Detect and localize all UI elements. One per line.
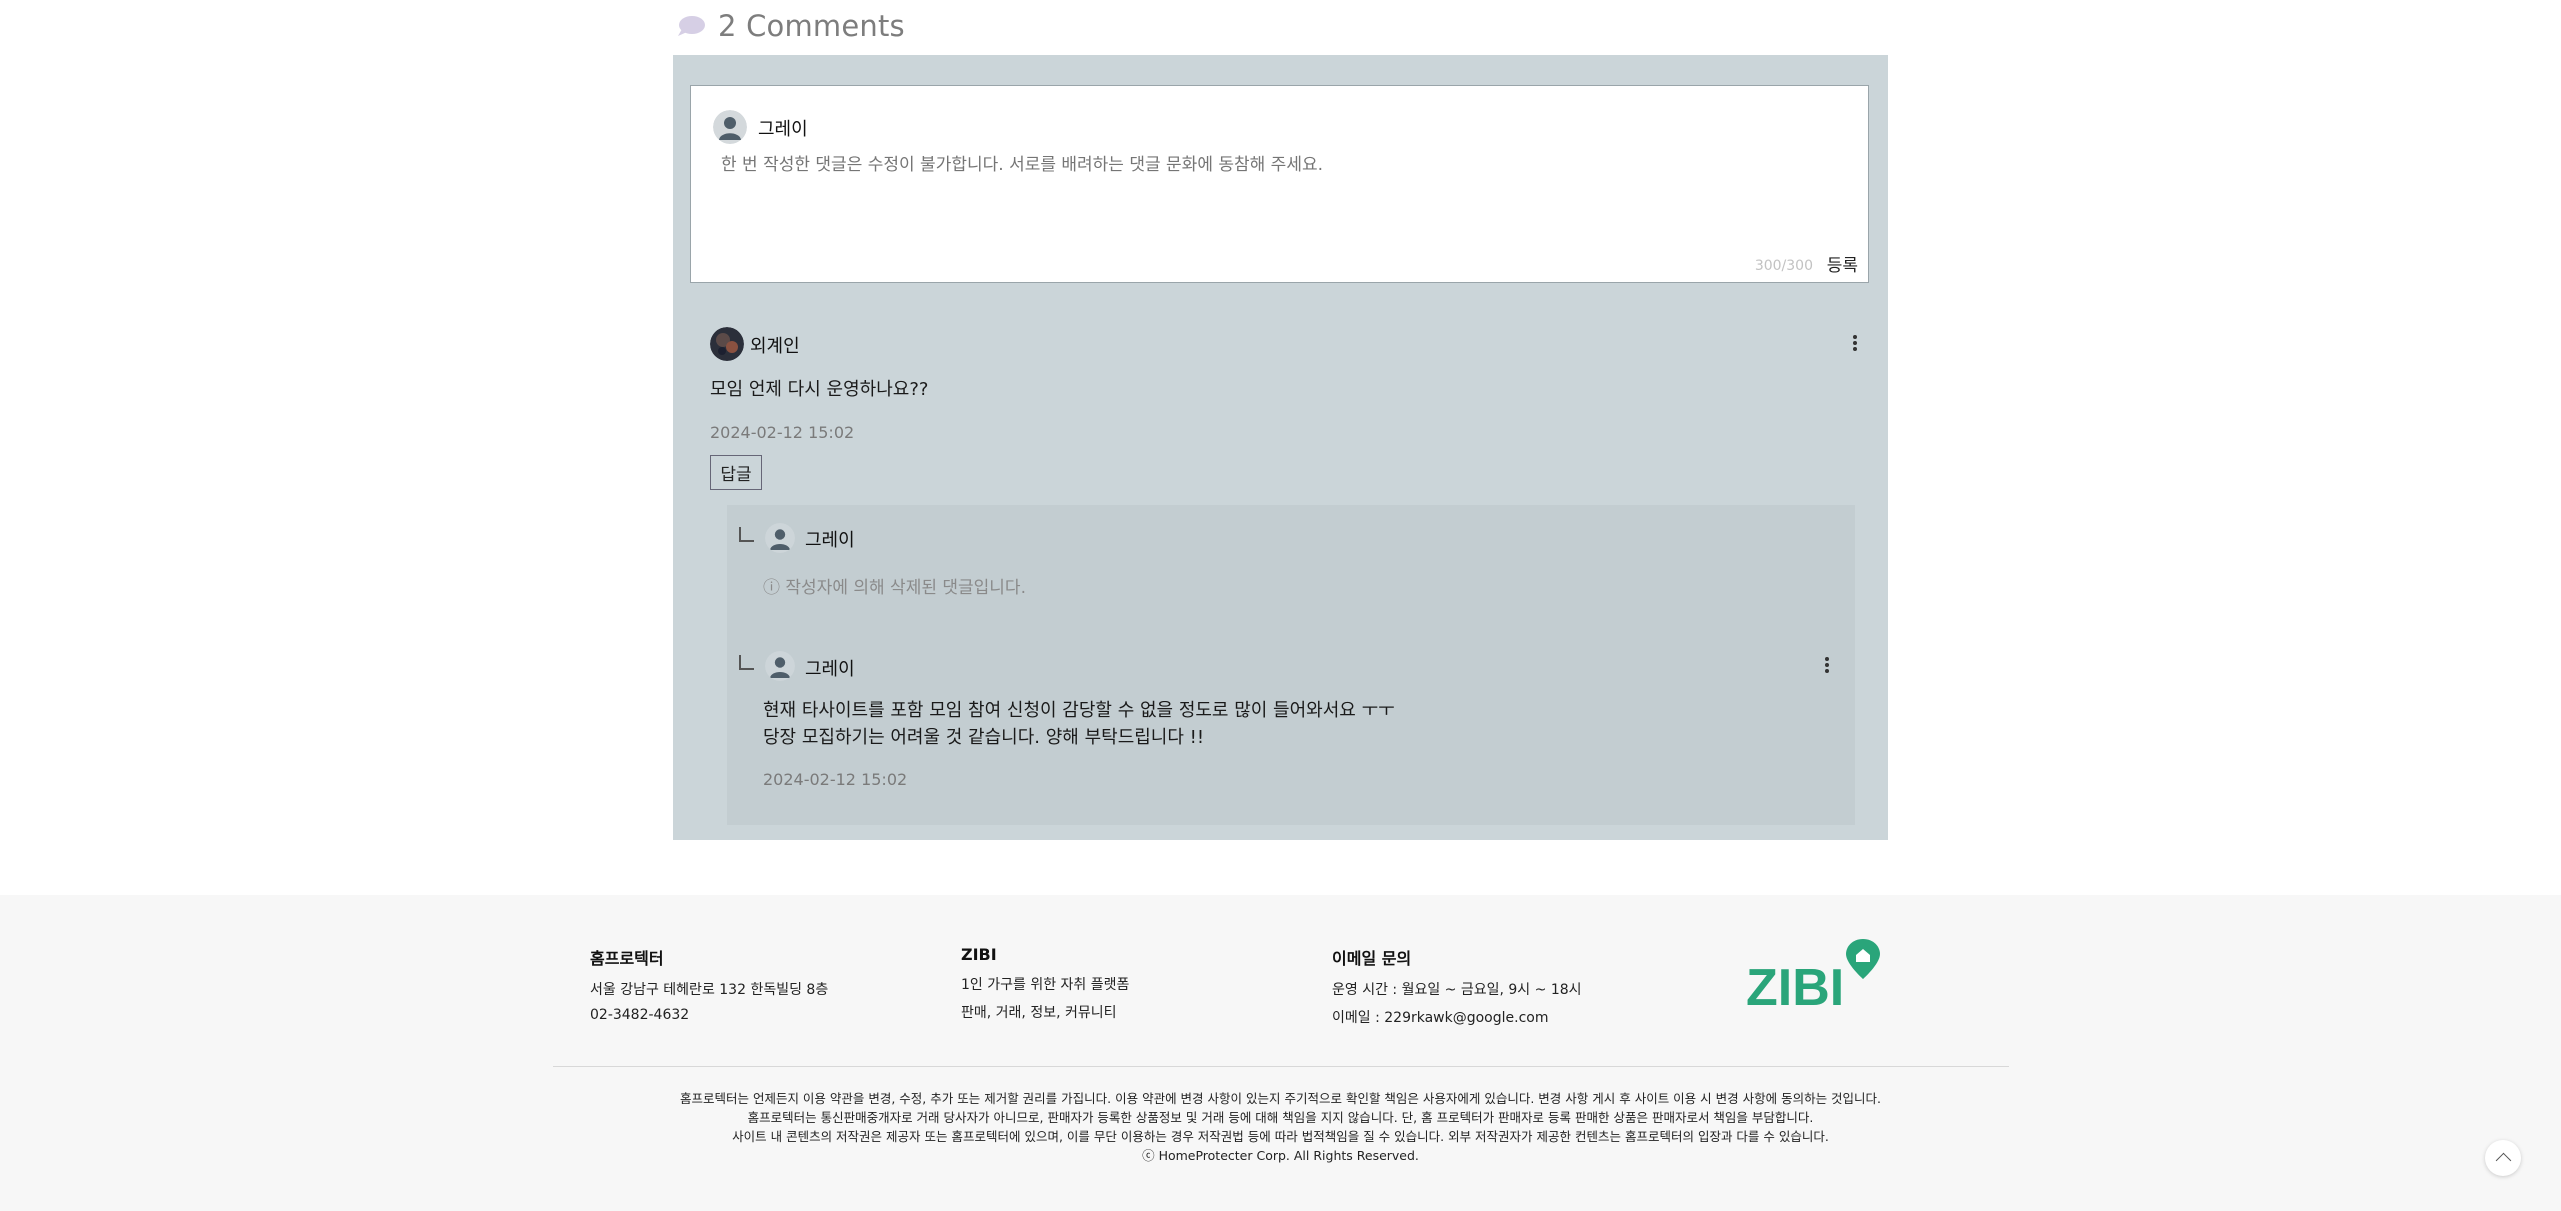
legal-line: 홈프로텍터는 통신판매중개자로 거래 당사자가 아니므로, 판매자가 등록한 상… (747, 1110, 1814, 1125)
user-icon (765, 651, 795, 681)
footer-divider (553, 1066, 2009, 1067)
site-footer: 홈프로텍터 서울 강남구 테헤란로 132 한독빌딩 8층 02-3482-46… (0, 895, 2561, 1211)
footer-phone: 02-3482-4632 (590, 1007, 690, 1023)
footer-email: 이메일 : 229rkawk@google.com (1332, 1010, 1549, 1026)
footer-heading: ZIBI (961, 945, 997, 964)
deleted-reply-notice: ⓘ 작성자에 의해 삭제된 댓글입니다. (763, 578, 1026, 598)
copyright: ⓒ HomeProtecter Corp. All Rights Reserve… (1142, 1148, 1419, 1163)
reply-arrow-icon (739, 655, 754, 670)
footer-service: ZIBI 1인 가구를 위한 자취 플랫폼 판매, 거래, 정보, 커뮤니티 (961, 945, 1129, 1030)
reply-author: 그레이 (805, 530, 855, 551)
zibi-logo[interactable]: ZIBI (1746, 939, 1880, 1009)
more-options-icon[interactable] (1819, 655, 1835, 675)
footer-address: 서울 강남구 테헤란로 132 한독빌딩 8층 (590, 982, 829, 998)
reply-date: 2024-02-12 15:02 (763, 770, 908, 789)
comments-header: 2 Comments (676, 6, 905, 46)
comment-body: 모임 언제 다시 운영하나요?? (710, 379, 929, 400)
reply-arrow-icon (739, 527, 754, 542)
legal-line: 홈프로텍터는 언제든지 이용 약관을 변경, 수정, 추가 또는 제거할 권리를… (679, 1091, 1882, 1106)
footer-categories: 판매, 거래, 정보, 커뮤니티 (961, 1005, 1117, 1021)
reply-body-line: 당장 모집하기는 어려울 것 같습니다. 양해 부탁드립니다 !! (763, 727, 1205, 748)
avatar (765, 523, 795, 553)
speech-bubble-icon (678, 16, 705, 36)
comments-panel: 그레이 300/300 등록 외계인 모임 언제 다시 운영하나요?? 2024… (673, 55, 1888, 840)
footer-legal: 홈프로텍터는 언제든지 이용 약관을 변경, 수정, 추가 또는 제거할 권리를… (0, 1089, 2561, 1165)
submit-comment-button[interactable]: 등록 (1827, 251, 1858, 276)
reply-author: 그레이 (805, 659, 855, 680)
comment-input[interactable] (721, 155, 1721, 175)
footer-tagline: 1인 가구를 위한 자취 플랫폼 (961, 977, 1130, 993)
avatar (713, 110, 747, 144)
legal-line: 사이트 내 콘텐츠의 저작권은 제공자 또는 홈프로텍터에 있으며, 이를 무단… (732, 1129, 1829, 1144)
logo-text: ZIBI (1746, 959, 1844, 1009)
chevron-up-icon (2495, 1152, 2511, 1169)
avatar (765, 651, 795, 681)
footer-company: 홈프로텍터 서울 강남구 테헤란로 132 한독빌딩 8층 02-3482-46… (590, 945, 828, 1031)
reply-body-line: 현재 타사이트를 포함 모임 참여 신청이 감당할 수 없을 정도로 많이 들어… (763, 700, 1395, 721)
footer-contact: 이메일 문의 운영 시간 : 월요일 ~ 금요일, 9시 ~ 18시 이메일 :… (1332, 945, 1582, 1035)
reply-body: 현재 타사이트를 포함 모임 참여 신청이 감당할 수 없을 정도로 많이 들어… (763, 697, 1395, 751)
comments-count-title: 2 Comments (718, 9, 905, 43)
replies-section: 그레이 ⓘ 작성자에 의해 삭제된 댓글입니다. 그레이 현재 타사이트를 포함… (727, 505, 1855, 825)
profile-photo-icon (710, 327, 744, 361)
comment-date: 2024-02-12 15:02 (710, 423, 855, 442)
footer-heading: 이메일 문의 (1332, 949, 1412, 968)
char-counter: 300/300 (1754, 258, 1813, 274)
footer-hours: 운영 시간 : 월요일 ~ 금요일, 9시 ~ 18시 (1332, 982, 1582, 998)
footer-heading: 홈프로텍터 (590, 949, 664, 968)
user-icon (765, 523, 795, 553)
scroll-to-top-button[interactable] (2485, 1140, 2521, 1176)
more-options-icon[interactable] (1847, 333, 1863, 353)
comment-write-box: 그레이 300/300 등록 (690, 85, 1869, 283)
user-icon (713, 110, 747, 144)
avatar (710, 327, 744, 361)
comment-author: 외계인 (750, 336, 800, 357)
reply-button[interactable]: 답글 (710, 455, 762, 490)
writer-name: 그레이 (758, 119, 808, 140)
